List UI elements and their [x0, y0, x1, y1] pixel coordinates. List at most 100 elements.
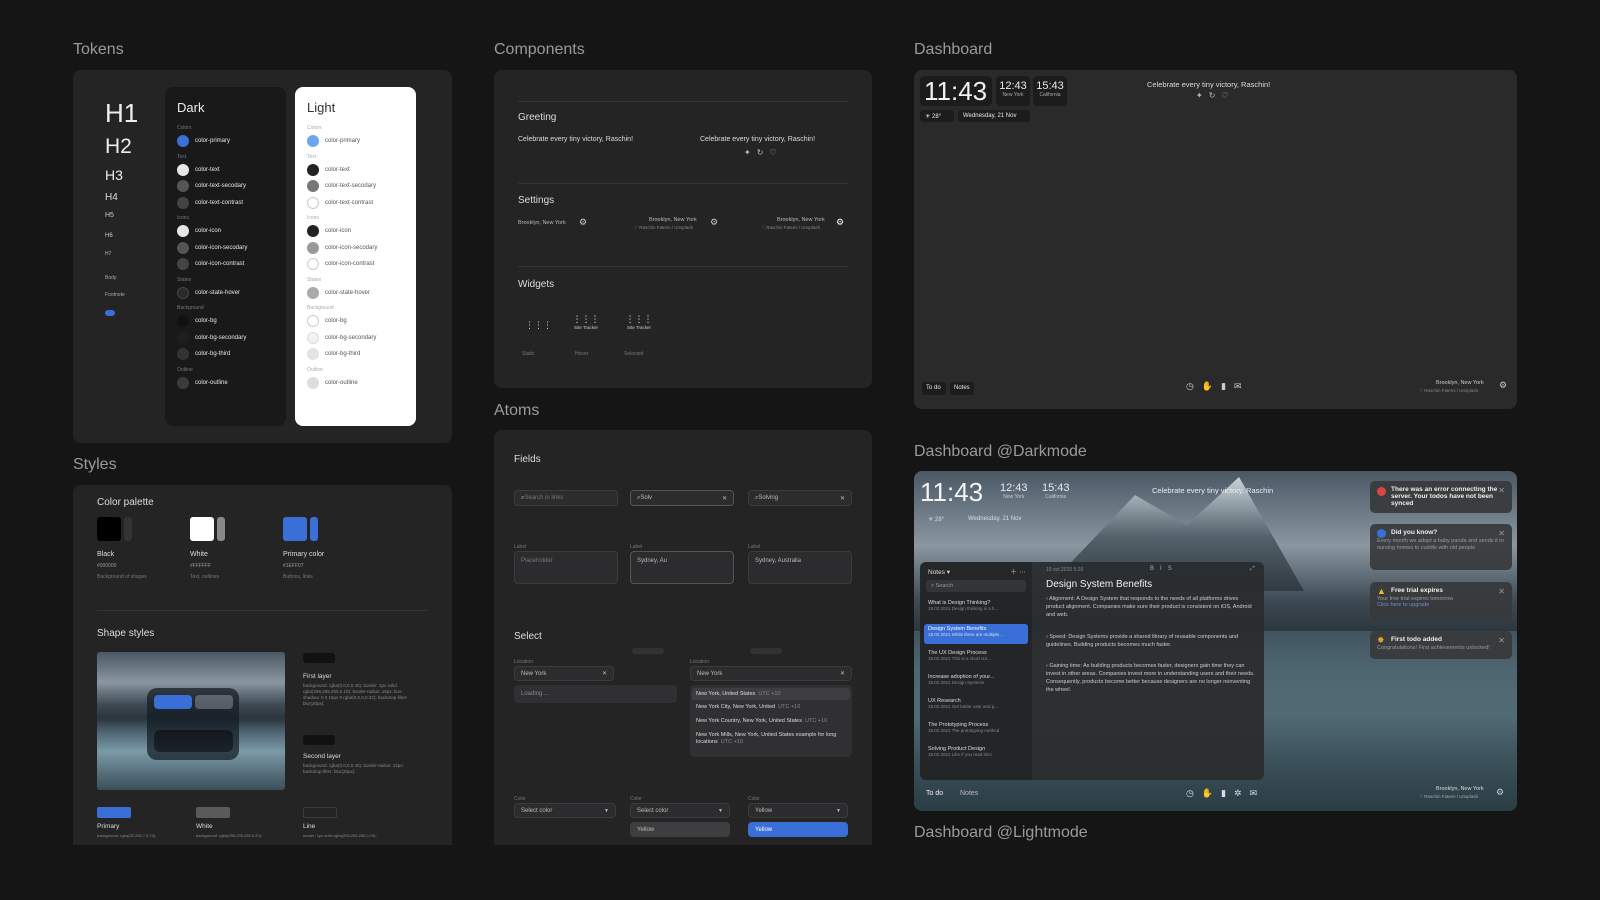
search-input-typing[interactable]: ⌕ Solv ✕ [630, 490, 734, 506]
clock-icon[interactable]: ◷ [1186, 381, 1202, 391]
dark-tokens-card: Dark Colors color-primary Text color-tex… [165, 87, 286, 426]
clear-icon[interactable]: ✕ [840, 670, 845, 677]
italic-icon[interactable]: I [1160, 566, 1168, 572]
bold-icon[interactable]: B [1150, 566, 1160, 572]
token-row: color-text-contrast [177, 195, 274, 212]
color-option-selected[interactable]: Yellow [748, 822, 848, 837]
dark-credit[interactable]: ♡ Raschin Fatemi / Unsplash [1419, 794, 1478, 800]
heart-icon[interactable]: ♡ [1221, 91, 1234, 100]
greeting-actions[interactable]: ✦↻♡ [744, 148, 783, 157]
gear-icon[interactable]: ⚙ [1499, 380, 1507, 391]
atoms-title: Atoms [494, 402, 540, 419]
location-option[interactable]: New York Country, New York, United State… [696, 718, 827, 724]
dashboard-greeting: Celebrate every tiny victory, Raschin! [1147, 80, 1271, 89]
notification-info[interactable]: Did you know? Every month we adopt a bab… [1370, 524, 1512, 570]
settings-location-static: Brooklyn, New York [518, 220, 566, 226]
clock-icon[interactable]: ◷ [1186, 788, 1202, 798]
note-item[interactable]: The UX Design Process 19.02.2021 This is … [928, 650, 991, 661]
gear-icon[interactable]: ⚙ [836, 217, 844, 228]
format-toolbar[interactable]: BIS [1150, 566, 1178, 572]
dock-icons[interactable]: ◷✋▮✉ [1186, 381, 1250, 392]
note-item[interactable]: Increase adoption of your... 19.02.2021 D… [928, 674, 994, 685]
clear-icon[interactable]: ✕ [602, 670, 607, 677]
token-row: color-primary [307, 133, 404, 150]
note-item-selected[interactable]: Design System Benefits 19.02.2021 While t… [924, 624, 1028, 644]
color-select-filled[interactable]: Yellow ▼ [748, 803, 848, 818]
location-select-loading[interactable]: New York ✕ [514, 666, 614, 681]
settings-icon[interactable]: ✲ [1234, 788, 1250, 798]
notification-error[interactable]: There was an error connecting the server… [1370, 481, 1512, 513]
token-category: Background [307, 305, 334, 311]
search-input-empty[interactable]: ⌕ Search in links [514, 490, 618, 506]
sun-icon: ☀ [928, 517, 936, 523]
expand-icon[interactable]: ⤢ [1250, 566, 1255, 573]
chevron-down-icon: ▼ [604, 807, 609, 814]
gear-icon[interactable]: ⚙ [579, 217, 587, 228]
text-field-typing[interactable]: Sydney, Au [630, 551, 734, 584]
dashboard-credit[interactable]: ♡ Raschin Fatemi / Unsplash [1419, 388, 1478, 394]
first-layer-label: First layer [303, 673, 332, 680]
note-item[interactable]: UX Research 19.02.2021 Get better user an… [928, 698, 998, 709]
notification-warning[interactable]: ▲ Free trial expires Your free trial exp… [1370, 582, 1512, 620]
upgrade-link[interactable]: Click here to upgrade [1377, 602, 1505, 608]
bookmark-icon[interactable]: ▮ [1221, 788, 1234, 798]
bookmark-icon[interactable]: ▮ [1221, 381, 1234, 391]
notes-dropdown[interactable]: Notes ▾ [928, 568, 950, 576]
note-item[interactable]: What is Design Thinking? 19.02.2021 Desig… [928, 600, 998, 611]
twitter-icon[interactable]: ✦ [1196, 91, 1209, 100]
notes-button[interactable]: Notes [950, 382, 974, 395]
color-select-empty[interactable]: Select color ▼ [514, 803, 616, 818]
text-field-empty[interactable]: Placeholder [514, 551, 618, 584]
mail-icon[interactable]: ✉ [1234, 381, 1250, 391]
color-option-hover[interactable]: Yellow [630, 822, 730, 837]
text-field-filled[interactable]: Sydney, Australia [748, 551, 852, 584]
close-icon[interactable]: ✕ [1498, 486, 1505, 495]
heading-h4: H4 [105, 192, 118, 203]
heading-h7: H7 [105, 251, 112, 257]
refresh-icon[interactable]: ↻ [1209, 91, 1222, 100]
note-item[interactable]: Solving Product Design 19.02.2021 Like if… [928, 746, 992, 757]
location-option[interactable]: New York Mills, New York, United States … [696, 732, 844, 746]
add-note-icon[interactable]: ＋ ⋯ [1010, 567, 1026, 577]
mail-icon[interactable]: ✉ [1250, 788, 1266, 798]
color-select-open[interactable]: Select color ▼ [630, 803, 730, 818]
black-hex: #000000 [97, 563, 117, 569]
hand-icon[interactable]: ✋ [1202, 381, 1221, 391]
gear-icon[interactable]: ⚙ [1496, 787, 1504, 798]
greeting-actions[interactable]: ✦↻♡ [1196, 91, 1235, 100]
twitter-icon[interactable]: ✦ [744, 148, 757, 157]
note-item[interactable]: The Prototyping Process 19.02.2021 The pr… [928, 722, 999, 733]
notification-achievement[interactable]: ✸ First todo added Congratulations! Firs… [1370, 631, 1512, 659]
close-icon[interactable]: ✕ [1498, 587, 1505, 596]
gear-icon[interactable]: ⚙ [710, 217, 718, 228]
greeting-text-hover[interactable]: Celebrate every tiny victory, Raschin! [700, 136, 815, 143]
dark-notes-button[interactable]: Notes [960, 790, 978, 797]
dark-todo-button[interactable]: To do [926, 790, 943, 797]
dark-dock-icons[interactable]: ◷✋▮✲✉ [1186, 788, 1265, 799]
location-select-open[interactable]: New York ✕ [690, 666, 852, 681]
widget-hover[interactable]: ⋮⋮⋮ Site Tracker [569, 314, 603, 338]
heart-icon[interactable]: ♡ [769, 148, 782, 157]
grid-icon[interactable]: ⋮⋮⋮ [525, 320, 552, 331]
settings-credit-hover[interactable]: ♡ Raschin Fatemi / Unsplash [634, 225, 693, 231]
widget-selected[interactable]: ⋮⋮⋮ Site Tracker [622, 314, 656, 338]
close-icon[interactable]: ✕ [1498, 636, 1505, 645]
location-option[interactable]: New York City, New York, United UTC +10 [696, 704, 800, 710]
settings-credit-selected[interactable]: ♡ Raschin Fatemi / Unsplash [761, 225, 820, 231]
close-icon[interactable]: ✕ [1498, 529, 1505, 538]
shape-styles-title: Shape styles [97, 628, 155, 639]
select-title: Select [514, 631, 542, 642]
todo-button[interactable]: To do [922, 382, 946, 395]
token-category: Outline [177, 366, 193, 373]
search-input-filled[interactable]: ⌕ Solving ✕ [748, 490, 852, 506]
refresh-icon[interactable]: ↻ [757, 148, 770, 157]
question-icon [1377, 529, 1386, 538]
clear-icon[interactable]: ✕ [840, 495, 845, 502]
dashboard-location: Brooklyn, New York [1436, 380, 1484, 386]
state-selected-label: Selected [624, 351, 644, 357]
clear-icon[interactable]: ✕ [722, 495, 727, 502]
notes-search-input[interactable]: ⌕ Search [926, 580, 1026, 592]
hand-icon[interactable]: ✋ [1202, 788, 1221, 798]
location-option[interactable]: New York, United States UTC +10 [692, 688, 850, 700]
strike-icon[interactable]: S [1168, 566, 1178, 572]
